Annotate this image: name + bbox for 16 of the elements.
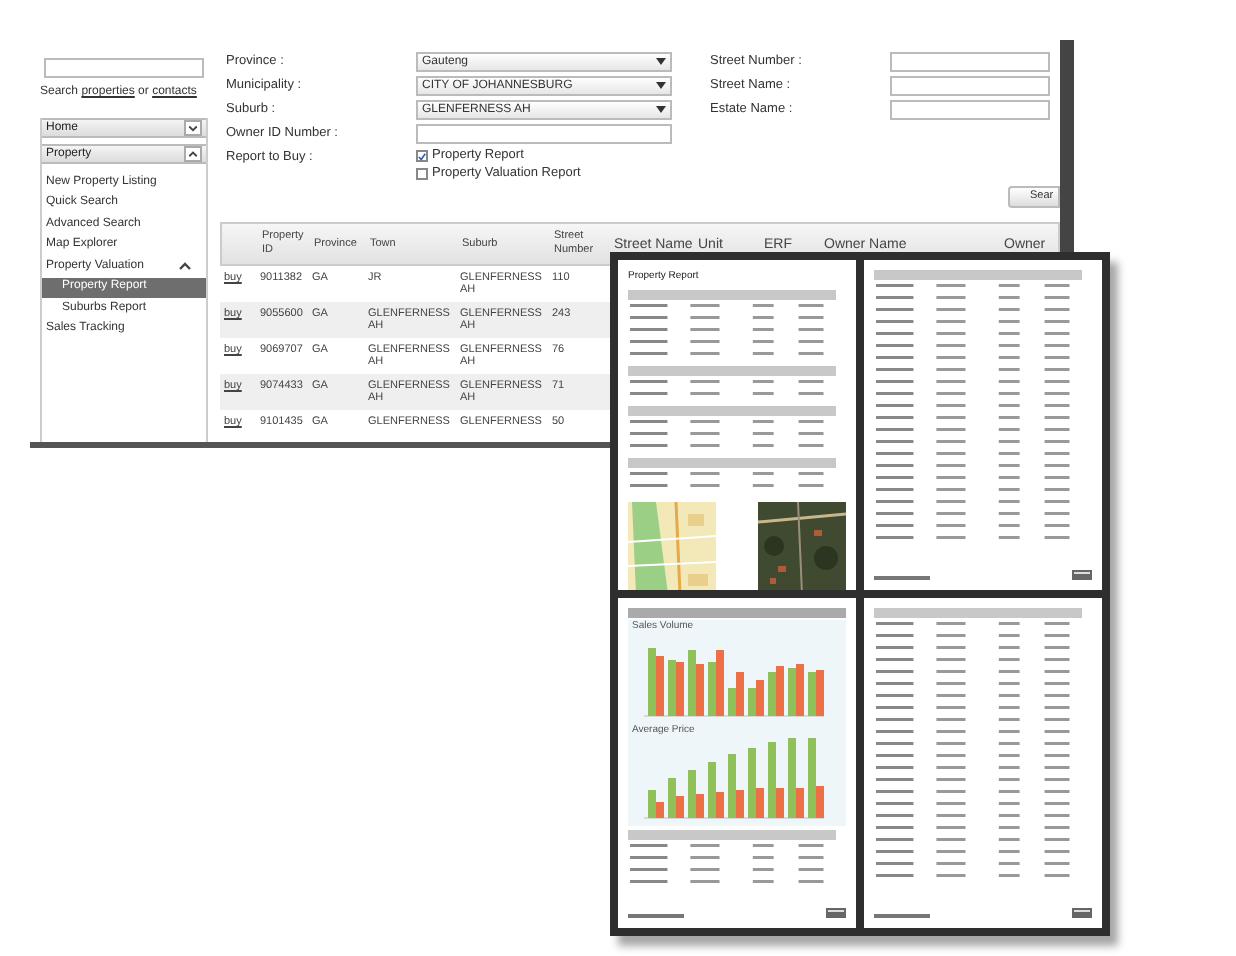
logo-icon	[826, 908, 846, 918]
text-field[interactable]	[890, 100, 1050, 120]
chevron-up-icon[interactable]	[184, 146, 202, 162]
text-field[interactable]	[890, 52, 1050, 72]
logo-icon	[1072, 570, 1092, 580]
chevron-up-icon[interactable]	[176, 258, 194, 275]
text-field[interactable]	[890, 76, 1050, 96]
dropdown-arrow-icon	[656, 82, 666, 90]
search-field[interactable]	[44, 58, 204, 78]
owner-id-field[interactable]	[416, 124, 672, 144]
logo-icon	[1072, 908, 1092, 918]
checkbox[interactable]	[416, 150, 428, 162]
dropdown-arrow-icon	[656, 58, 666, 66]
chevron-down-icon[interactable]	[184, 120, 202, 136]
checkbox[interactable]	[416, 168, 428, 180]
dropdown-arrow-icon	[656, 106, 666, 114]
